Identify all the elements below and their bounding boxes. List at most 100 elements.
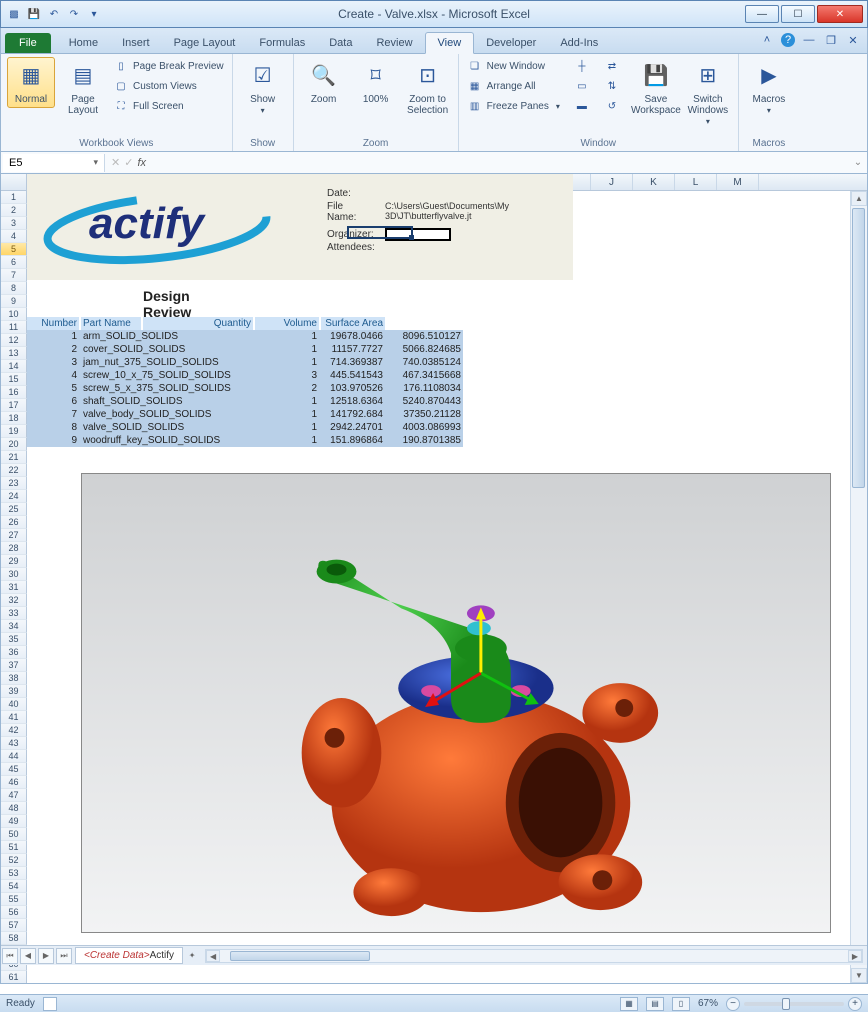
tab-home[interactable]: Home [57, 33, 110, 53]
row-header[interactable]: 32 [1, 594, 27, 607]
table-cell[interactable]: 8 [27, 421, 79, 434]
show-button[interactable]: ☑ Show▾ [239, 57, 287, 119]
tab-review[interactable]: Review [364, 33, 424, 53]
tab-developer[interactable]: Developer [474, 33, 548, 53]
macro-record-icon[interactable] [43, 997, 57, 1011]
zoom-button[interactable]: 🔍Zoom [300, 57, 348, 108]
row-header[interactable]: 49 [1, 815, 27, 828]
table-cell[interactable]: arm_SOLID_SOLIDS [81, 330, 251, 343]
sheet-tab-create-data[interactable]: <Create Data>Actify [75, 947, 183, 964]
row-header[interactable]: 40 [1, 698, 27, 711]
table-cell[interactable]: 1 [255, 434, 319, 447]
help-icon[interactable]: ? [781, 33, 795, 47]
table-cell[interactable]: 1 [255, 330, 319, 343]
zoom-level[interactable]: 67% [698, 998, 718, 1009]
hide-button[interactable]: ▭ [572, 77, 592, 95]
col-header-L[interactable]: L [675, 174, 717, 190]
zoom-selection-button[interactable]: ⊡Zoom to Selection [404, 57, 452, 119]
table-cell[interactable]: 19678.0466 [321, 330, 385, 343]
row-header[interactable]: 41 [1, 711, 27, 724]
row-header[interactable]: 21 [1, 451, 27, 464]
row-header[interactable]: 52 [1, 854, 27, 867]
close-button[interactable]: ✕ [817, 5, 863, 23]
row-header[interactable]: 13 [1, 347, 27, 360]
row-header[interactable]: 61 [1, 971, 27, 984]
row-header[interactable]: 2 [1, 204, 27, 217]
scroll-right-icon[interactable]: ▶ [848, 950, 862, 962]
normal-view-button[interactable]: ▦ Normal [7, 57, 55, 108]
sync-scroll-button[interactable]: ⇅ [602, 77, 622, 95]
new-window-button[interactable]: ❏New Window [465, 57, 562, 75]
undo-icon[interactable]: ↶ [45, 5, 63, 23]
namebox-dropdown-icon[interactable]: ▾ [93, 157, 98, 168]
row-header[interactable]: 42 [1, 724, 27, 737]
row-header[interactable]: 54 [1, 880, 27, 893]
table-cell[interactable]: jam_nut_375_SOLID_SOLIDS [81, 356, 251, 369]
row-header[interactable]: 20 [1, 438, 27, 451]
row-header[interactable]: 39 [1, 685, 27, 698]
vscroll-thumb[interactable] [852, 208, 865, 488]
tab-formulas[interactable]: Formulas [247, 33, 317, 53]
doc-minimize-icon[interactable]: — [801, 32, 817, 48]
scroll-down-icon[interactable]: ▼ [851, 968, 867, 983]
page-break-preview-button[interactable]: ▯Page Break Preview [111, 57, 226, 75]
table-cell[interactable]: 445.541543 [321, 369, 385, 382]
table-cell[interactable]: 740.0385124 [387, 356, 463, 369]
3d-viewer[interactable] [81, 473, 831, 933]
tab-view[interactable]: View [425, 32, 475, 54]
view-layout-icon[interactable]: ▤ [646, 997, 664, 1011]
table-cell[interactable]: 3 [255, 369, 319, 382]
row-header[interactable]: 5 [1, 243, 27, 256]
cancel-formula-icon[interactable]: ✕ [111, 156, 120, 169]
table-cell[interactable]: 7 [27, 408, 79, 421]
save-icon[interactable]: 💾 [25, 5, 43, 23]
redo-icon[interactable]: ↷ [65, 5, 83, 23]
row-header[interactable]: 10 [1, 308, 27, 321]
row-header[interactable]: 7 [1, 269, 27, 282]
row-header[interactable]: 57 [1, 919, 27, 932]
table-cell[interactable]: 4 [27, 369, 79, 382]
col-header-M[interactable]: M [717, 174, 759, 190]
table-cell[interactable]: valve_SOLID_SOLIDS [81, 421, 251, 434]
vertical-scrollbar[interactable]: ▲ ▼ [850, 191, 867, 983]
switch-windows-button[interactable]: ⊞Switch Windows▾ [684, 57, 732, 130]
macros-button[interactable]: ▶Macros▾ [745, 57, 793, 119]
tab-nav-last[interactable]: ⏭ [56, 948, 72, 964]
row-header[interactable]: 46 [1, 776, 27, 789]
view-break-icon[interactable]: ▯ [672, 997, 690, 1011]
tab-addins[interactable]: Add-Ins [548, 33, 610, 53]
row-header[interactable]: 56 [1, 906, 27, 919]
expand-formula-bar-icon[interactable]: ⌄ [849, 157, 867, 168]
row-header[interactable]: 48 [1, 802, 27, 815]
row-header[interactable]: 1 [1, 191, 27, 204]
tab-nav-prev[interactable]: ◀ [20, 948, 36, 964]
row-header[interactable]: 43 [1, 737, 27, 750]
table-cell[interactable]: 1 [255, 356, 319, 369]
view-normal-icon[interactable]: ▦ [620, 997, 638, 1011]
col-header-K[interactable]: K [633, 174, 675, 190]
table-cell[interactable]: shaft_SOLID_SOLIDS [81, 395, 251, 408]
table-cell[interactable]: 714.369387 [321, 356, 385, 369]
row-header[interactable]: 26 [1, 516, 27, 529]
table-cell[interactable]: 2 [27, 343, 79, 356]
page-layout-button[interactable]: ▤ Page Layout [59, 57, 107, 119]
row-header[interactable]: 14 [1, 360, 27, 373]
new-sheet-icon[interactable]: ✦ [184, 948, 200, 964]
table-cell[interactable]: 190.8701385 [387, 434, 463, 447]
tab-nav-next[interactable]: ▶ [38, 948, 54, 964]
qa-more-icon[interactable]: ▾ [85, 5, 103, 23]
row-header[interactable]: 17 [1, 399, 27, 412]
table-cell[interactable]: 3 [27, 356, 79, 369]
zoom-slider-knob[interactable] [782, 998, 790, 1010]
worksheet[interactable]: ABCDEFGHIJKLM 12345678910111213141516171… [0, 174, 868, 984]
arrange-all-button[interactable]: ▦Arrange All [465, 77, 562, 95]
table-cell[interactable]: 12518.6364 [321, 395, 385, 408]
scroll-up-icon[interactable]: ▲ [851, 191, 867, 206]
row-header[interactable]: 24 [1, 490, 27, 503]
row-header[interactable]: 19 [1, 425, 27, 438]
freeze-panes-button[interactable]: ▥Freeze Panes▾ [465, 97, 562, 115]
zoom-100-button[interactable]: ⌑100% [352, 57, 400, 108]
save-workspace-button[interactable]: 💾Save Workspace [632, 57, 680, 119]
row-header[interactable]: 58 [1, 932, 27, 945]
row-header[interactable]: 30 [1, 568, 27, 581]
